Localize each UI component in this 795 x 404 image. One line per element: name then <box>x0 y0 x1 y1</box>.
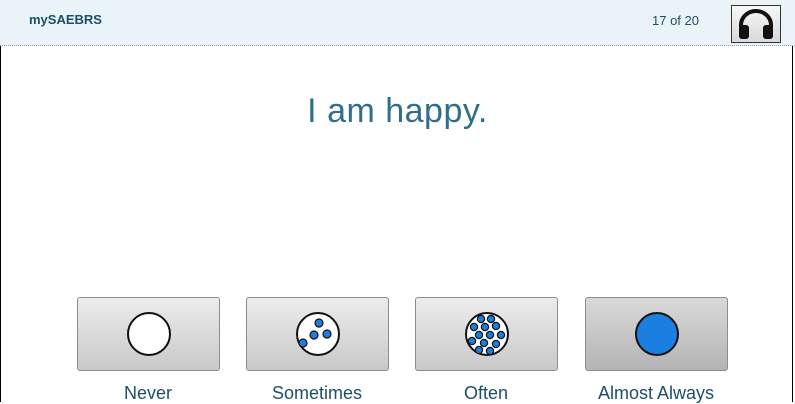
answer-often-button[interactable] <box>415 297 558 371</box>
answer-never-label: Never <box>123 383 172 403</box>
answer-often-label: Often <box>463 383 509 403</box>
few-dots-circle-icon <box>295 312 340 356</box>
answer-sometimes-label: Sometimes <box>271 383 363 403</box>
question-text: I am happy. <box>307 92 488 130</box>
answer-never-button[interactable] <box>77 297 220 371</box>
app-title: mySAEBRS <box>29 12 102 27</box>
many-dots-circle-icon <box>464 312 509 356</box>
answer-almost-always-button[interactable] <box>585 297 728 371</box>
answer-almost-always-label: Almost Always <box>597 383 715 403</box>
answer-sometimes-button[interactable] <box>246 297 389 371</box>
empty-circle-icon <box>126 312 171 356</box>
headphones-icon <box>739 9 773 39</box>
filled-circle-icon <box>634 312 679 356</box>
question-progress: 17 of 20 <box>652 13 699 28</box>
audio-button[interactable] <box>731 5 781 43</box>
top-bar: mySAEBRS 17 of 20 <box>0 0 795 46</box>
